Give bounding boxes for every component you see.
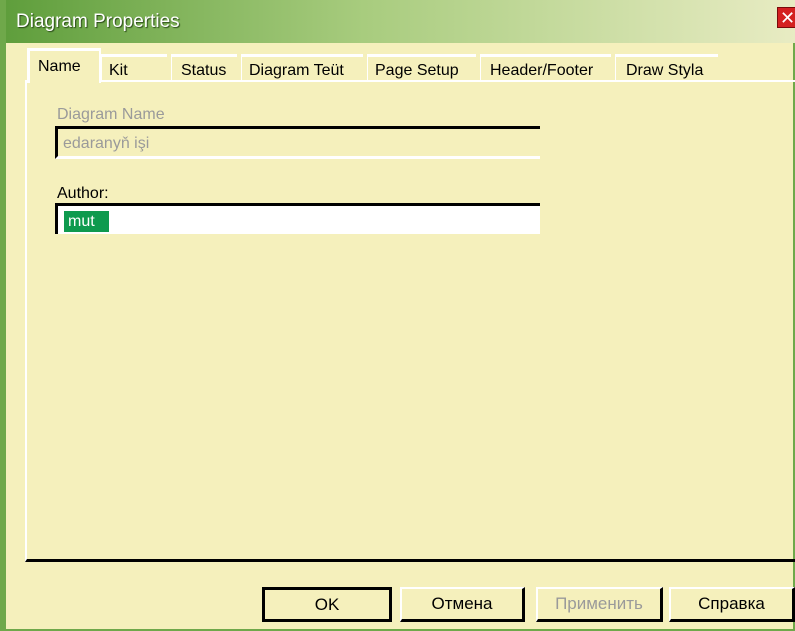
close-icon: ✕ (779, 8, 795, 29)
tab-draw-style-label: Draw Styla (626, 62, 704, 79)
tab-name[interactable]: Name (27, 48, 101, 83)
tab-header-footer[interactable]: Header/Footer (480, 54, 611, 82)
diagram-name-label: Diagram Name (57, 106, 165, 123)
tab-diagram-text[interactable]: Diagram Teüt (241, 54, 363, 82)
tab-status-label: Status (181, 62, 227, 79)
tab-kit[interactable]: Kit (101, 54, 167, 82)
ok-button[interactable]: OK (262, 587, 392, 622)
title-bar[interactable]: Diagram Properties ✕ (6, 0, 795, 43)
tab-status[interactable]: Status (171, 54, 237, 82)
apply-button[interactable]: Применить (536, 587, 663, 622)
close-button[interactable]: ✕ (777, 7, 795, 29)
window-title: Diagram Properties (16, 11, 180, 32)
tab-name-label: Name (38, 58, 81, 75)
diagram-name-value: edaranyň işi (63, 135, 150, 152)
tab-draw-style[interactable]: Draw Styla (615, 54, 718, 82)
author-value-selected: mut (64, 211, 109, 232)
diagram-properties-dialog: Diagram Properties ✕ Name Kit Status Dia… (0, 0, 795, 631)
diagram-name-field[interactable]: edaranyň işi (55, 126, 540, 159)
tab-header-footer-label: Header/Footer (490, 62, 594, 79)
cancel-button[interactable]: Отмена (400, 587, 525, 622)
tab-page-setup[interactable]: Page Setup (367, 54, 476, 82)
tab-page-setup-label: Page Setup (375, 62, 459, 79)
author-field[interactable]: mut (55, 203, 540, 234)
tab-diagram-text-label: Diagram Teüt (249, 62, 344, 79)
help-button[interactable]: Справка (669, 587, 795, 622)
author-label: Author: (57, 185, 109, 202)
tab-kit-label: Kit (109, 62, 128, 79)
